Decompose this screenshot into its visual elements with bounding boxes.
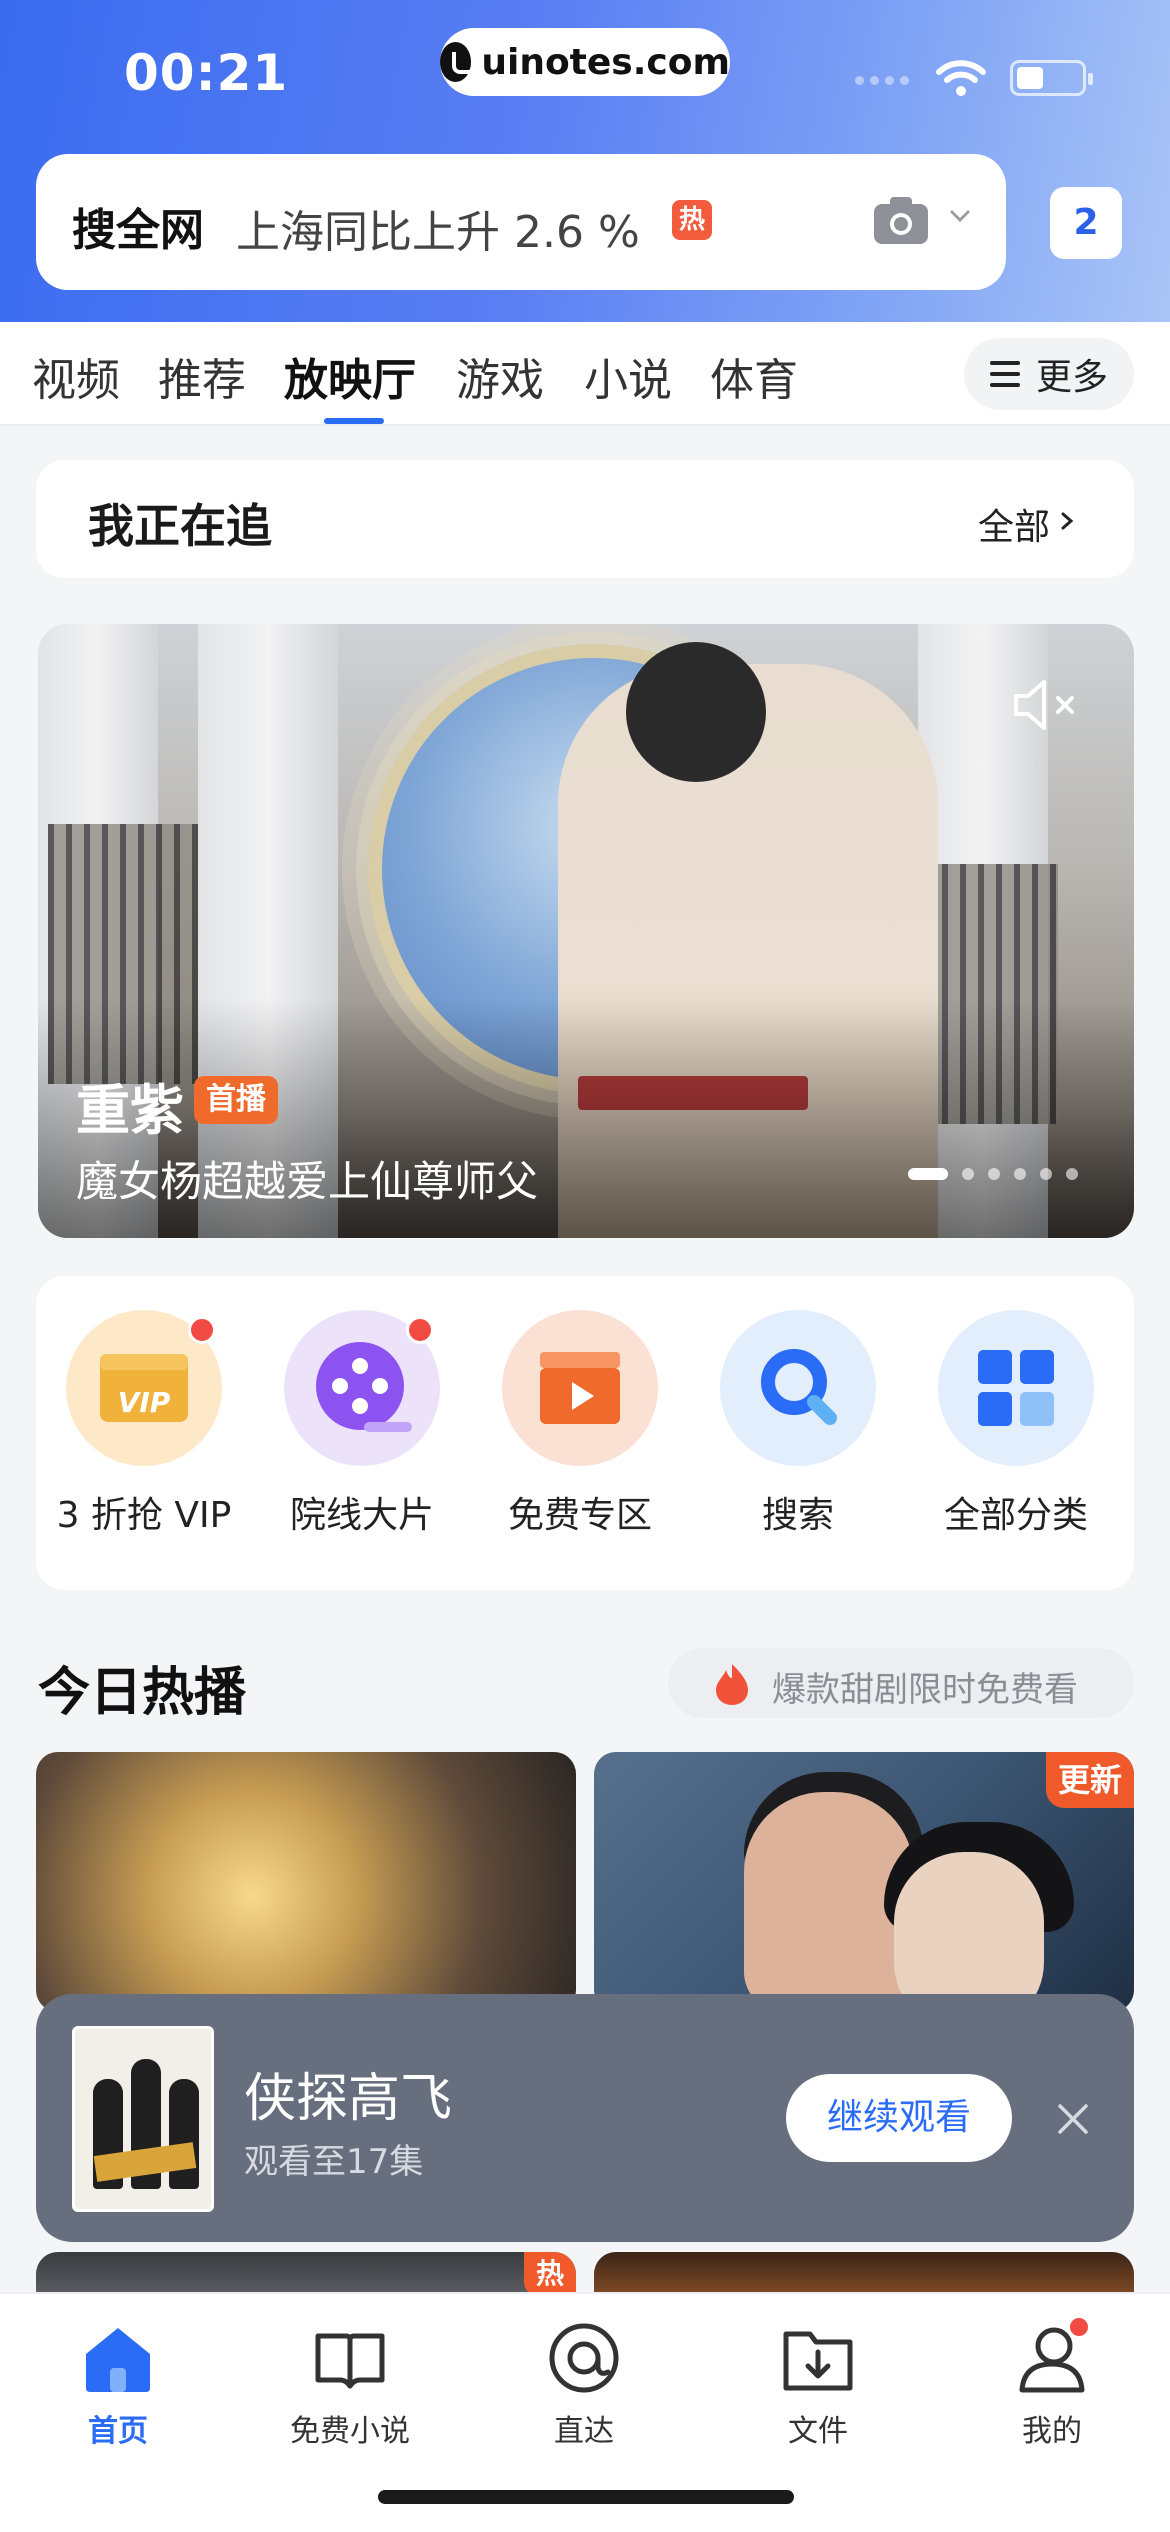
carousel-dots xyxy=(908,1168,1078,1180)
shortcut-label: 3 折抢 VIP xyxy=(56,1495,232,1536)
notification-dot xyxy=(188,1316,216,1344)
nav-label: 首页 xyxy=(88,2414,148,2449)
search-scope-label: 搜全网 xyxy=(72,205,204,256)
tab-novels[interactable]: 小说 xyxy=(584,344,672,408)
following-card[interactable]: 我正在追 全部 xyxy=(36,460,1134,578)
update-badge: 更新 xyxy=(1045,1752,1134,1808)
resume-progress: 观看至17集 xyxy=(244,2142,424,2182)
nav-label: 文件 xyxy=(788,2414,848,2449)
search-box[interactable]: 搜全网 上海同比上升 2.6 % 热 xyxy=(36,154,1006,290)
nav-label: 我的 xyxy=(1022,2414,1082,2449)
promo-text: 爆款甜剧限时免费看 xyxy=(772,1670,1078,1710)
chevron-right-icon[interactable] xyxy=(1058,512,1076,530)
hero-subtitle: 魔女杨超越爱上仙尊师父 xyxy=(76,1157,539,1206)
shortcut-label: 免费专区 xyxy=(507,1495,652,1536)
tab-recommend[interactable]: 推荐 xyxy=(158,344,246,408)
clapperboard-icon xyxy=(540,1352,620,1424)
category-tabs: 视频 推荐 放映厅 游戏 小说 体育 更多 xyxy=(0,322,1170,426)
shortcut-label: 院线大片 xyxy=(289,1495,434,1536)
home-indicator xyxy=(378,2490,794,2504)
hot-badge: 热 xyxy=(523,2252,576,2296)
hero-premiere-badge: 首播 xyxy=(194,1076,278,1124)
resume-thumbnail xyxy=(72,2026,214,2212)
poster-card[interactable]: 更新 xyxy=(594,1752,1134,2012)
home-icon xyxy=(86,2328,150,2392)
nav-profile[interactable]: 我的 xyxy=(972,2318,1132,2450)
download-folder-icon xyxy=(783,2331,853,2391)
camera-icon[interactable] xyxy=(872,194,930,246)
direct-icon xyxy=(549,2323,619,2393)
uinotes-logo-icon xyxy=(440,42,477,82)
tab-count-button[interactable]: 2 xyxy=(1050,187,1122,259)
tab-sports[interactable]: 体育 xyxy=(710,344,798,408)
mute-icon[interactable] xyxy=(1010,674,1082,736)
tab-cinema[interactable]: 放映厅 xyxy=(284,344,416,408)
chevron-down-icon[interactable] xyxy=(948,204,972,228)
flame-icon xyxy=(716,1664,748,1705)
shortcut-grid: VIP 3 折抢 VIP 院线大片 免费专区 搜索 全部分类 xyxy=(36,1276,1134,1590)
url-pill: uinotes.com xyxy=(440,28,730,96)
notification-dot xyxy=(1070,2318,1088,2336)
book-icon xyxy=(315,2333,385,2389)
more-label: 更多 xyxy=(1035,357,1108,398)
close-icon[interactable] xyxy=(1056,2102,1090,2136)
nav-files[interactable]: 文件 xyxy=(738,2318,898,2450)
url-text: uinotes.com xyxy=(481,41,730,83)
search-hint: 上海同比上升 2.6 % xyxy=(236,207,640,258)
continue-watching-button[interactable]: 继续观看 xyxy=(786,2074,1012,2162)
status-time: 00:21 xyxy=(124,44,289,102)
wifi-icon xyxy=(936,60,986,96)
shortcut-search[interactable]: 搜索 xyxy=(698,1310,898,1538)
tab-games[interactable]: 游戏 xyxy=(456,344,544,408)
search-icon xyxy=(761,1349,837,1425)
promo-pill[interactable]: 爆款甜剧限时免费看 xyxy=(668,1648,1134,1718)
following-title: 我正在追 xyxy=(88,499,272,553)
nav-free-novels[interactable]: 免费小说 xyxy=(270,2318,430,2450)
svg-text:VIP: VIP xyxy=(118,1386,171,1419)
following-all-link[interactable]: 全部 xyxy=(978,498,1050,550)
continue-watching-bar[interactable]: 侠探高飞 观看至17集 继续观看 xyxy=(36,1994,1134,2242)
menu-icon xyxy=(989,361,1020,387)
battery-icon xyxy=(1010,60,1093,96)
nav-direct[interactable]: 直达 xyxy=(504,2318,664,2450)
tab-video[interactable]: 视频 xyxy=(32,344,120,408)
nav-label: 免费小说 xyxy=(290,2414,410,2449)
shortcut-label: 全部分类 xyxy=(943,1495,1088,1536)
hero-title: 重紫 xyxy=(76,1079,184,1142)
notification-dot xyxy=(406,1316,434,1344)
shortcut-cinema-films[interactable]: 院线大片 xyxy=(262,1310,462,1538)
shortcut-vip[interactable]: VIP 3 折抢 VIP xyxy=(44,1310,244,1538)
more-tabs-button[interactable]: 更多 xyxy=(964,338,1134,410)
resume-title: 侠探高飞 xyxy=(244,2069,453,2129)
shortcut-label: 搜索 xyxy=(761,1495,834,1536)
hot-today-title: 今日热播 xyxy=(38,1663,247,1723)
grid-icon xyxy=(978,1350,1054,1426)
hot-tag: 热 xyxy=(672,200,712,240)
poster-card[interactable] xyxy=(36,1752,576,2012)
shortcut-free-zone[interactable]: 免费专区 xyxy=(480,1310,680,1538)
hero-banner[interactable]: 重紫 首播 魔女杨超越爱上仙尊师父 xyxy=(38,624,1134,1238)
nav-home[interactable]: 首页 xyxy=(38,2318,198,2450)
nav-label: 直达 xyxy=(554,2414,614,2449)
active-tab-indicator xyxy=(324,418,384,424)
shortcut-all-categories[interactable]: 全部分类 xyxy=(916,1310,1116,1538)
signal-icon xyxy=(855,76,909,85)
